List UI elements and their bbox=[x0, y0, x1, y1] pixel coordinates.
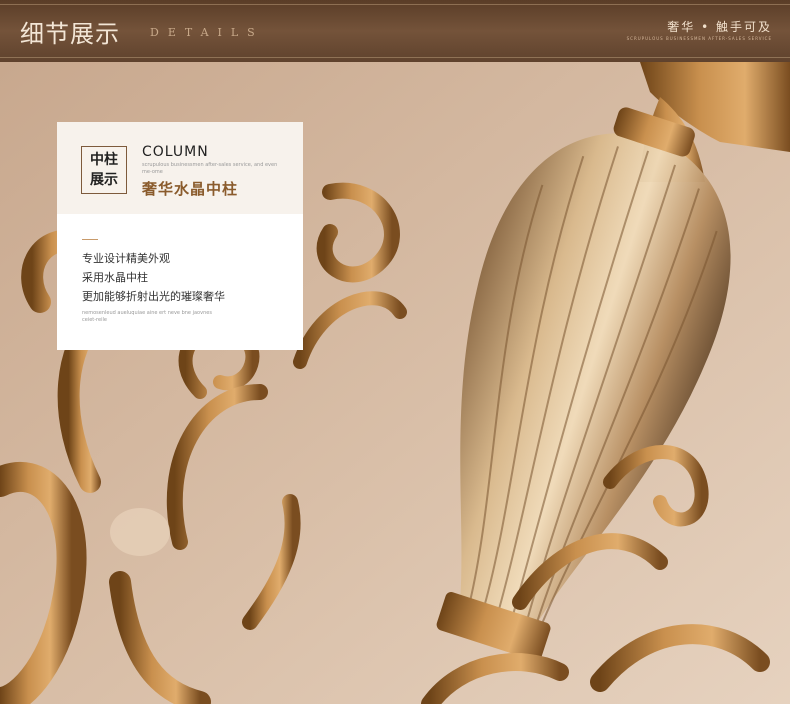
feature-item: 专业设计精美外观 bbox=[82, 252, 170, 265]
feature-item: 采用水晶中柱 bbox=[82, 271, 148, 284]
divider bbox=[82, 239, 98, 240]
section-label-box: 中柱 展示 bbox=[81, 146, 127, 194]
card-english-footer: nemosenleud aueluquiae aine ert neve bne… bbox=[82, 310, 212, 323]
label-line-1: 中柱 bbox=[90, 152, 118, 168]
card-title: COLUMN bbox=[142, 144, 209, 160]
card-english-small: scrupulous businessmen after-sales servi… bbox=[142, 162, 278, 175]
banner-title: 细节展示 bbox=[20, 20, 120, 48]
banner-slogan: 奢华 • 触手可及 bbox=[667, 20, 772, 34]
banner-subtitle: DETAILS bbox=[150, 26, 264, 39]
feature-item: 更加能够折射出光的璀璨奢华 bbox=[82, 290, 225, 303]
header-banner: 细节展示 DETAILS 奢华 • 触手可及 SCRUPULOUS BUSINE… bbox=[0, 0, 790, 62]
card-subtitle: 奢华水晶中柱 bbox=[142, 180, 239, 198]
info-card: 中柱 展示 COLUMN scrupulous businessmen afte… bbox=[57, 122, 303, 350]
label-line-2: 展示 bbox=[90, 172, 118, 188]
banner-tiny-text: SCRUPULOUS BUSINESSMEN AFTER-SALES SERVI… bbox=[626, 36, 772, 41]
